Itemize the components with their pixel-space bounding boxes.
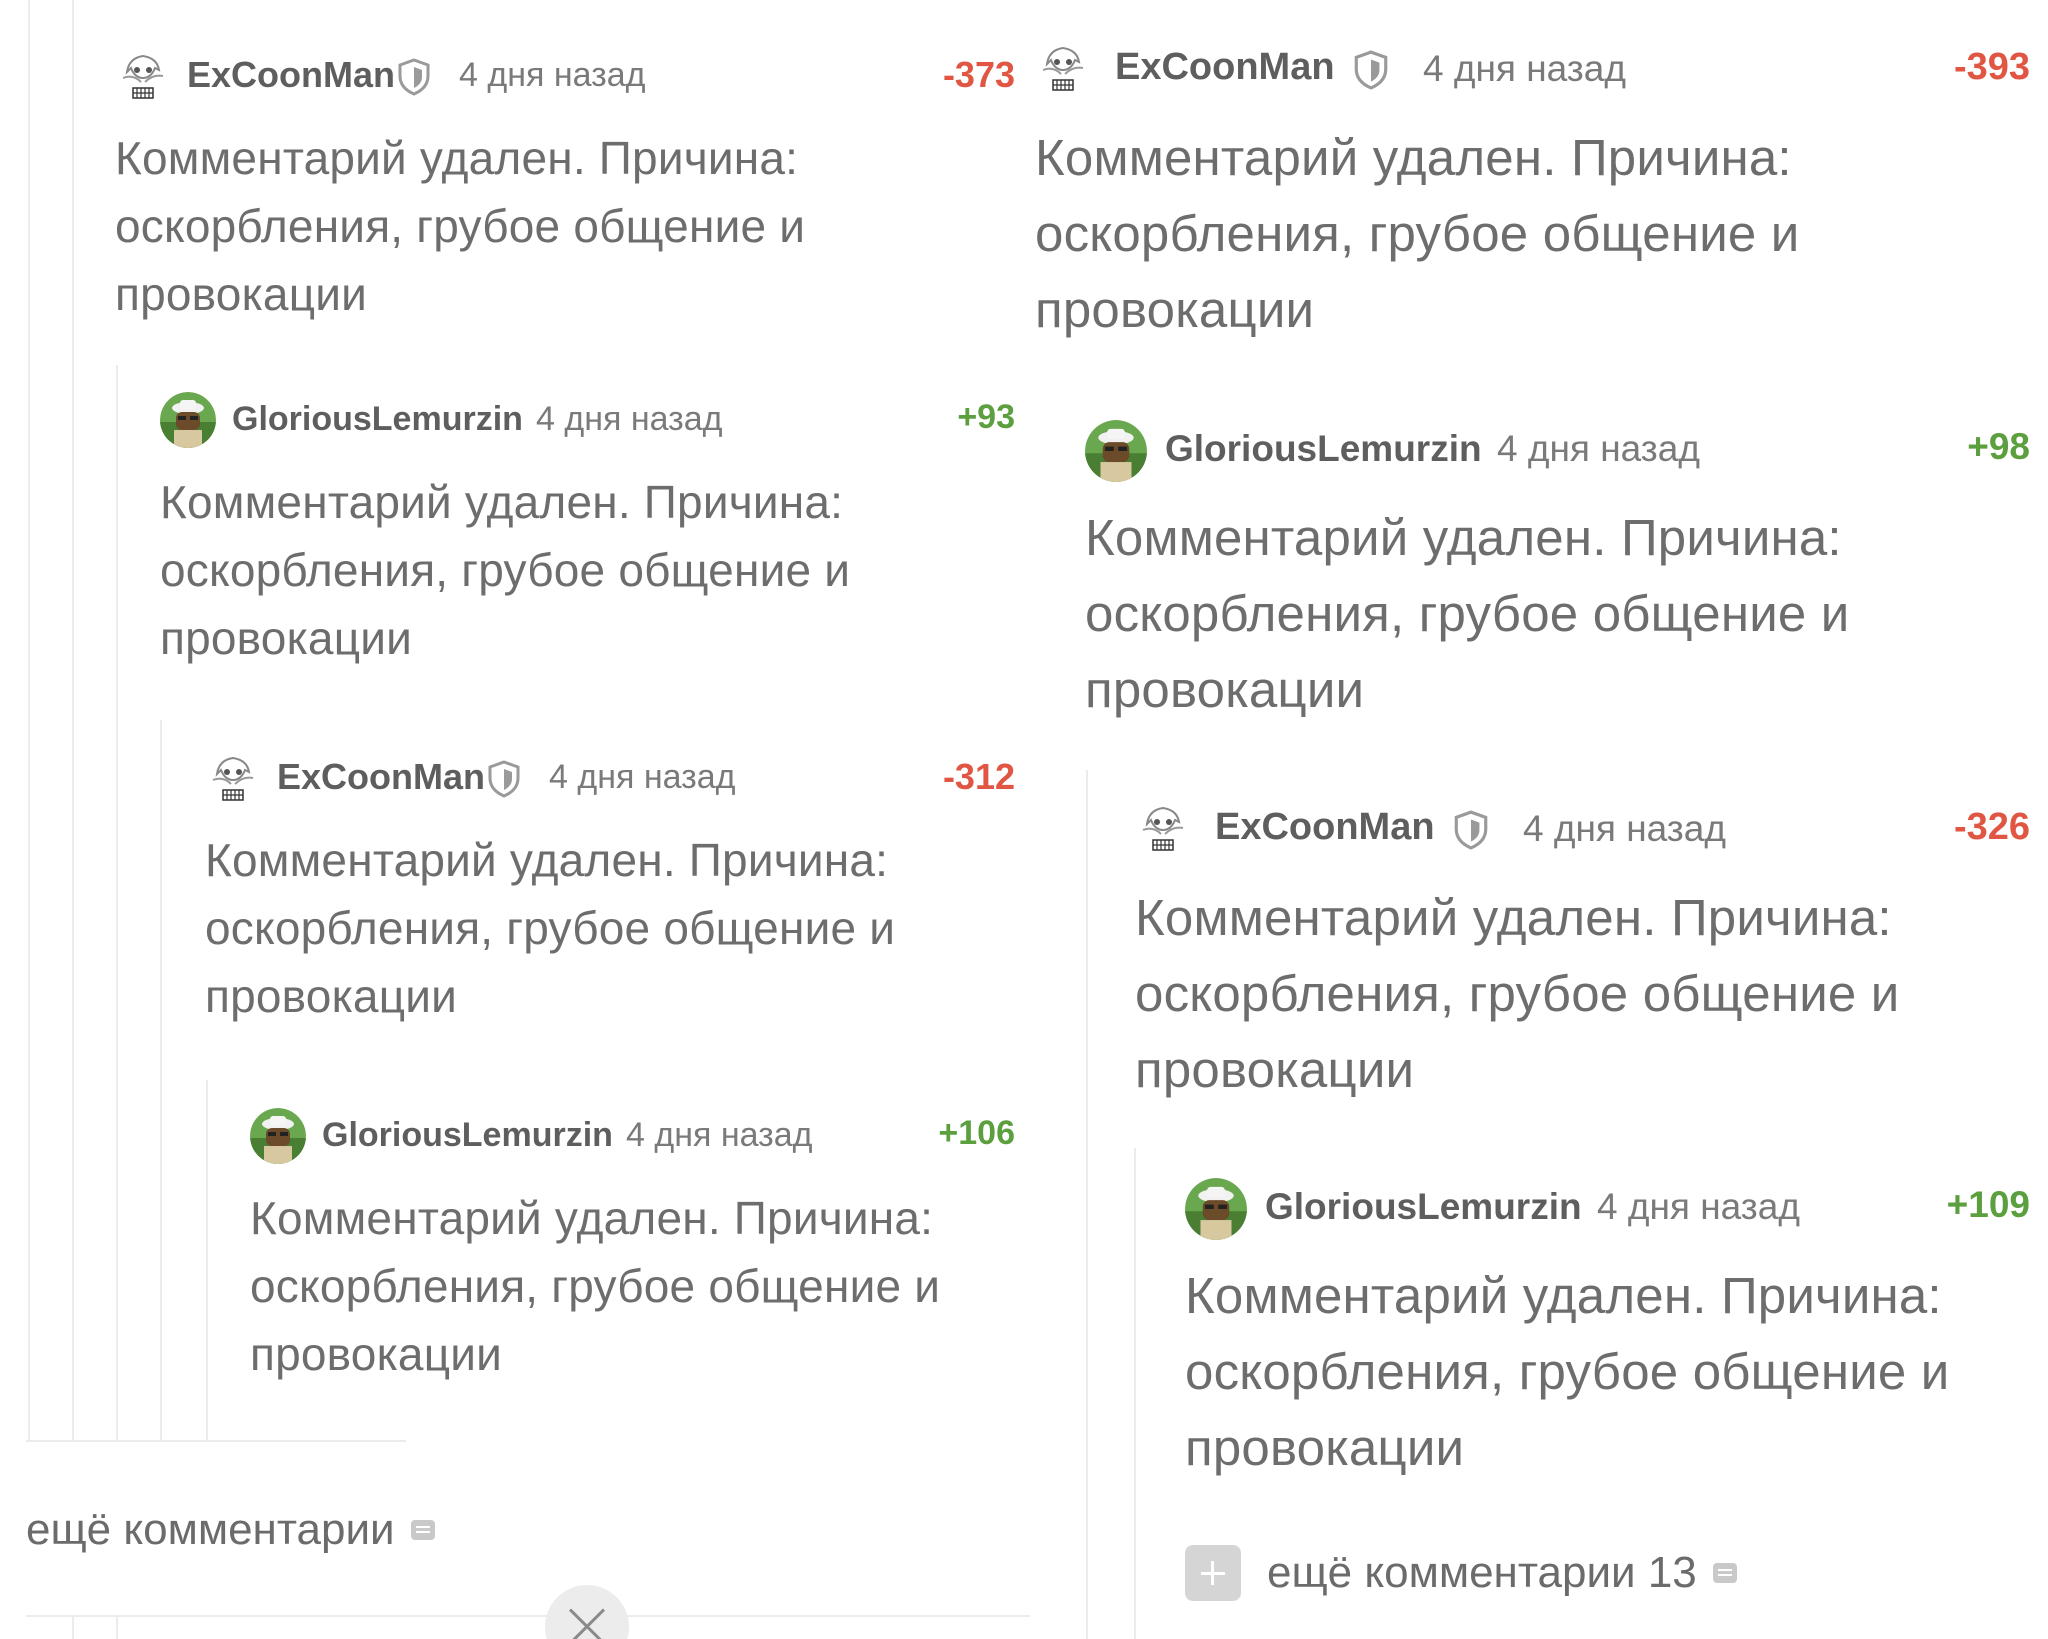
shield-icon — [1354, 50, 1388, 90]
avatar[interactable] — [1185, 1178, 1247, 1240]
comment-header: ExCoonMan 4 дня назад -312 — [205, 750, 1015, 810]
avatar[interactable] — [160, 392, 216, 448]
author-name[interactable]: GloriousLemurzin — [1265, 1186, 1582, 1228]
comment-header: ExCoonMan 4 дня назад -393 — [1035, 40, 2030, 100]
comment-time[interactable]: 4 дня назад — [1497, 428, 1700, 470]
thread-line — [1086, 770, 1088, 1639]
avatar[interactable] — [1085, 420, 1147, 482]
comment-time[interactable]: 4 дня назад — [1423, 48, 1626, 90]
expand-plus-icon[interactable] — [1185, 1545, 1241, 1601]
author-name[interactable]: ExCoonMan — [1115, 46, 1335, 89]
thread-line — [72, 0, 74, 1440]
left-comment-thread: ExCoonMan 4 дня назад -373 Комментарий у… — [0, 0, 1030, 1639]
avatar[interactable] — [205, 750, 261, 806]
author-name[interactable]: ExCoonMan — [1215, 806, 1435, 849]
avatar[interactable] — [1135, 800, 1191, 856]
thread-line — [1134, 1148, 1136, 1639]
more-comments-label: ещё комментарии — [26, 1505, 395, 1554]
comment-rating: +93 — [957, 398, 1015, 436]
author-name[interactable]: GloriousLemurzin — [1165, 428, 1482, 470]
shield-icon — [1454, 810, 1488, 850]
avatar[interactable] — [250, 1108, 306, 1164]
comment: ExCoonMan 4 дня назад -312 Комментарий у… — [205, 750, 1015, 1022]
comment: GloriousLemurzin 4 дня назад +106 Коммен… — [250, 1108, 1015, 1380]
comment-header: GloriousLemurzin 4 дня назад +98 — [1085, 420, 2030, 482]
comment-body: Комментарий удален. Причина: оскорбления… — [250, 1192, 941, 1380]
comment-rating: +106 — [938, 1114, 1015, 1152]
comment: ExCoonMan 4 дня назад -373 Комментарий у… — [115, 48, 1015, 320]
comment-body: Комментарий удален. Причина: оскорбления… — [1135, 889, 1900, 1098]
comment-rating: -326 — [1953, 806, 2030, 848]
comment-rating: -393 — [1953, 46, 2030, 88]
comment: GloriousLemurzin 4 дня назад +98 Коммент… — [1085, 420, 2030, 718]
comment-bubble-icon — [1712, 1563, 1737, 1583]
author-name[interactable]: ExCoonMan — [277, 756, 485, 798]
comment-rating: -373 — [942, 54, 1015, 95]
thread-line — [72, 1617, 74, 1639]
more-comments-link[interactable]: ещё комментарии — [26, 1505, 435, 1555]
divider — [26, 1440, 406, 1442]
comment-header: ExCoonMan 4 дня назад -373 — [115, 48, 1015, 108]
shield-icon — [488, 760, 520, 798]
comment-rating: +98 — [1967, 426, 2030, 467]
comment: GloriousLemurzin 4 дня назад +93 Коммент… — [160, 392, 1015, 664]
comment: GloriousLemurzin 4 дня назад +109 Коммен… — [1185, 1178, 2030, 1476]
divider — [26, 1615, 1030, 1617]
thread-line — [116, 1617, 118, 1639]
right-comment-thread: ExCoonMan 4 дня назад -393 Комментарий у… — [1030, 0, 2048, 1639]
comment-header: ExCoonMan 4 дня назад -326 — [1135, 800, 2030, 860]
comment-time[interactable]: 4 дня назад — [536, 400, 722, 439]
thread-line — [28, 0, 30, 1440]
comment-header: GloriousLemurzin 4 дня назад +106 — [250, 1108, 1015, 1168]
comment-time[interactable]: 4 дня назад — [626, 1116, 812, 1155]
comment-body: Комментарий удален. Причина: оскорбления… — [160, 476, 851, 664]
comment-body: Комментарий удален. Причина: оскорбления… — [1185, 1267, 1950, 1476]
comment-header: GloriousLemurzin 4 дня назад +109 — [1185, 1178, 2030, 1240]
thread-line — [160, 720, 162, 1440]
author-name[interactable]: GloriousLemurzin — [322, 1116, 613, 1155]
thread-line — [116, 365, 118, 1440]
comment-time[interactable]: 4 дня назад — [1597, 1186, 1800, 1228]
more-comments-label: ещё комментарии 13 — [1267, 1548, 1697, 1597]
comment-bubble-icon — [410, 1520, 435, 1540]
author-name[interactable]: ExCoonMan — [187, 54, 395, 96]
comment-body: Комментарий удален. Причина: оскорбления… — [1035, 129, 1800, 338]
comment-time[interactable]: 4 дня назад — [1523, 808, 1726, 850]
avatar[interactable] — [1035, 40, 1091, 96]
comment-body: Комментарий удален. Причина: оскорбления… — [115, 132, 806, 320]
author-name[interactable]: GloriousLemurzin — [232, 400, 523, 439]
comment-rating: +109 — [1946, 1184, 2030, 1225]
more-comments-link[interactable]: ещё комментарии 13 — [1185, 1545, 1737, 1601]
avatar[interactable] — [115, 48, 171, 104]
comment-rating: -312 — [942, 756, 1015, 797]
comment-body: Комментарий удален. Причина: оскорбления… — [205, 834, 896, 1022]
close-icon[interactable] — [545, 1585, 629, 1639]
comment: ExCoonMan 4 дня назад -393 Комментарий у… — [1035, 40, 2030, 338]
thread-line — [206, 1080, 208, 1440]
comment: ExCoonMan 4 дня назад -326 Комментарий у… — [1135, 800, 2030, 1098]
comment-body: Комментарий удален. Причина: оскорбления… — [1085, 509, 1850, 718]
comment-header: GloriousLemurzin 4 дня назад +93 — [160, 392, 1015, 452]
comment-time[interactable]: 4 дня назад — [459, 56, 645, 95]
comment-time[interactable]: 4 дня назад — [549, 758, 735, 797]
shield-icon — [398, 58, 430, 96]
